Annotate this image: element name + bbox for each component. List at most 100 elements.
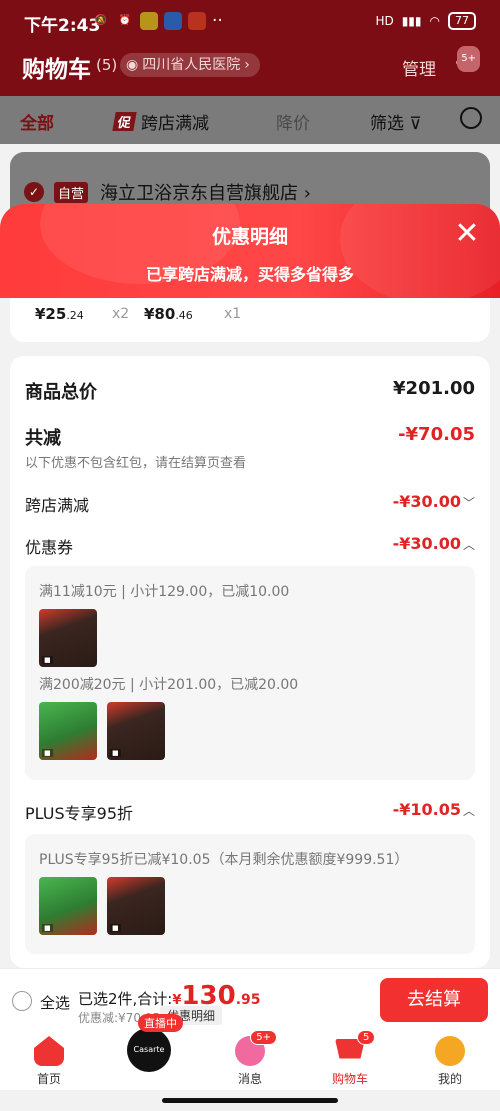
thumb-tag: ■	[110, 749, 121, 757]
filter-tabs: 全部 促 跨店满减 降价 筛选 ⊽	[0, 96, 500, 144]
page-title: 购物车	[22, 57, 91, 83]
more-notifications-icon: ··	[212, 11, 223, 31]
network-label: HD	[375, 14, 394, 28]
checkout-bar: 全选 已选2件,合计:¥130.95 优惠减:¥70.05 优惠明细 去结算	[0, 968, 500, 1030]
manage-button[interactable]: 管理	[402, 55, 436, 80]
product-thumbnail[interactable]: ■	[39, 609, 97, 667]
modal-subtitle: 已享跨店满减，买得多省得多	[145, 265, 354, 284]
profile-icon	[435, 1036, 465, 1066]
message-icon: 5+	[235, 1030, 277, 1066]
nav-home[interactable]: 首页	[14, 1036, 84, 1087]
tab-filter-label: 筛选	[370, 114, 404, 134]
header-row: 购物车 (5) ◉ 四川省人民医院 › 管理 •• 5+	[22, 46, 480, 86]
tab-cross-store-label: 跨店满减	[141, 114, 210, 134]
plus-label: PLUS专享95折	[25, 804, 133, 823]
discount-detail-card: 商品总价 ¥201.00 共减 -¥70.05 以下优惠不包含红包，请在结算页查…	[10, 356, 490, 968]
wifi-icon: ◠	[429, 14, 440, 28]
close-icon[interactable]: ✕	[454, 219, 480, 249]
home-icon	[34, 1036, 64, 1066]
store-name[interactable]: 海立卫浴京东自营旗舰店 ›	[100, 179, 311, 205]
nav-cart[interactable]: 5 购物车	[315, 1030, 385, 1087]
status-bar: 下午2:43 🔕 ⏰ ·· HD ▮▮▮ ◠ 77	[0, 0, 500, 44]
address-selector[interactable]: ◉ 四川省人民医院 ›	[120, 53, 260, 77]
total-dec: .95	[235, 992, 261, 1008]
item-qty: x1	[224, 306, 242, 322]
thumb-tag: ■	[42, 749, 53, 757]
app-notification-icon	[140, 12, 158, 30]
product-thumbnail[interactable]: ■	[107, 702, 165, 760]
coupon-rule: 满11减10元 | 小计129.00，已减10.00	[39, 584, 290, 600]
battery-icon: 77	[448, 12, 476, 30]
selected-items-strip: ¥25.24 x2 ¥80.46 x1	[10, 298, 490, 342]
coupon-value-wrap: -¥30.00 ︿	[393, 534, 475, 553]
coupon-rule: 满200减20元 | 小计201.00，已减20.00	[39, 677, 299, 693]
cart-count: (5)	[96, 56, 118, 74]
plus-value: -¥10.05	[392, 800, 461, 819]
discount-modal-body: ¥25.24 x2 ¥80.46 x1 商品总价 ¥201.00 共减 -¥70…	[0, 298, 500, 968]
item-price: ¥80.46	[144, 305, 193, 323]
store-checkbox[interactable]: ✓	[24, 182, 44, 202]
cross-store-label: 跨店满减	[25, 496, 90, 515]
plus-rule: PLUS专享95折已减¥10.05（本月剩余优惠额度¥999.51）	[39, 852, 409, 868]
total-price-label: 商品总价	[25, 382, 97, 403]
item-price: ¥25.24	[35, 305, 84, 323]
chevron-right-icon: ›	[244, 57, 250, 73]
filter-funnel-icon: ⊽	[409, 114, 422, 134]
live-badge: 直播中	[138, 1014, 183, 1032]
nav-live[interactable]: Casarte 直播中	[114, 1014, 184, 1072]
discount-modal-header: 优惠明细 已享跨店满减，买得多省得多 ✕	[0, 204, 500, 298]
thumb-tag: ■	[110, 924, 121, 932]
alarm-icon: ⏰	[118, 15, 132, 26]
more-menu-button[interactable]: •• 5+	[450, 46, 480, 80]
product-thumbnail[interactable]: ■	[39, 877, 97, 935]
cross-store-value-wrap: -¥30.00 ﹀	[393, 492, 475, 511]
coupon-value: -¥30.00	[392, 534, 461, 553]
tab-cross-store[interactable]: 促 跨店满减	[112, 109, 210, 134]
coupon-label: 优惠券	[25, 538, 74, 557]
product-thumbnail[interactable]: ■	[107, 877, 165, 935]
modal-title: 优惠明细	[211, 226, 288, 248]
status-time: 下午2:43	[24, 16, 101, 36]
more-badge: 5+	[457, 46, 480, 72]
nav-mine[interactable]: 我的	[415, 1036, 485, 1087]
item-qty: x2	[112, 306, 130, 322]
weibo-icon	[188, 12, 206, 30]
chevron-up-icon: ︿	[462, 538, 475, 552]
search-icon[interactable]	[460, 107, 482, 129]
location-eye-icon: ◉	[126, 57, 139, 73]
total-discount-label: 共减	[25, 428, 61, 449]
chevron-down-icon: ﹀	[462, 496, 475, 510]
plus-value-wrap: -¥10.05 ︿	[393, 800, 475, 819]
nav-messages-label: 消息	[237, 1072, 262, 1086]
tab-all[interactable]: 全部	[20, 109, 54, 134]
promo-badge: 促	[112, 112, 137, 131]
tab-price-drop[interactable]: 降价	[276, 109, 310, 134]
chevron-up-icon: ︿	[462, 804, 475, 818]
nav-messages[interactable]: 5+ 消息	[215, 1030, 285, 1087]
total-discount-value: -¥70.05	[398, 424, 475, 445]
status-right: HD ▮▮▮ ◠ 77	[375, 12, 476, 30]
cart-header: 下午2:43 🔕 ⏰ ·· HD ▮▮▮ ◠ 77 购物车 (5) ◉ 四川省人…	[0, 0, 500, 96]
cart-badge: 5	[357, 1030, 376, 1045]
status-icons: 🔕 ⏰ ··	[92, 11, 223, 31]
thumb-tag: ■	[42, 924, 53, 932]
plus-detail-box: PLUS专享95折已减¥10.05（本月剩余优惠额度¥999.51） ■ ■	[25, 834, 475, 954]
select-all-label[interactable]: 全选	[40, 992, 70, 1013]
checkout-button[interactable]: 去结算	[380, 978, 488, 1022]
app-notification-icon	[164, 12, 182, 30]
messages-badge: 5+	[250, 1030, 277, 1045]
live-icon-wrap: Casarte 直播中	[114, 1014, 184, 1072]
address-label: 四川省人民医院	[142, 57, 241, 73]
discount-note: 以下优惠不包含红包，请在结算页查看	[25, 456, 247, 471]
select-all-radio[interactable]	[12, 991, 32, 1011]
bottom-nav: 首页 Casarte 直播中 5+ 消息 5 购物车 我的	[0, 1014, 500, 1090]
product-thumbnail[interactable]: ■	[39, 702, 97, 760]
nav-mine-label: 我的	[437, 1072, 462, 1086]
coupon-detail-box: 满11减10元 | 小计129.00，已减10.00 ■ 满200减20元 | …	[25, 566, 475, 780]
mute-icon: 🔕	[94, 15, 108, 26]
tab-filter[interactable]: 筛选 ⊽	[370, 109, 422, 134]
nav-home-label: 首页	[36, 1072, 61, 1086]
thumb-tag: ■	[42, 656, 53, 664]
selected-text: 已选2件,合计:	[78, 990, 173, 1008]
casarte-live-icon: Casarte	[127, 1028, 171, 1072]
